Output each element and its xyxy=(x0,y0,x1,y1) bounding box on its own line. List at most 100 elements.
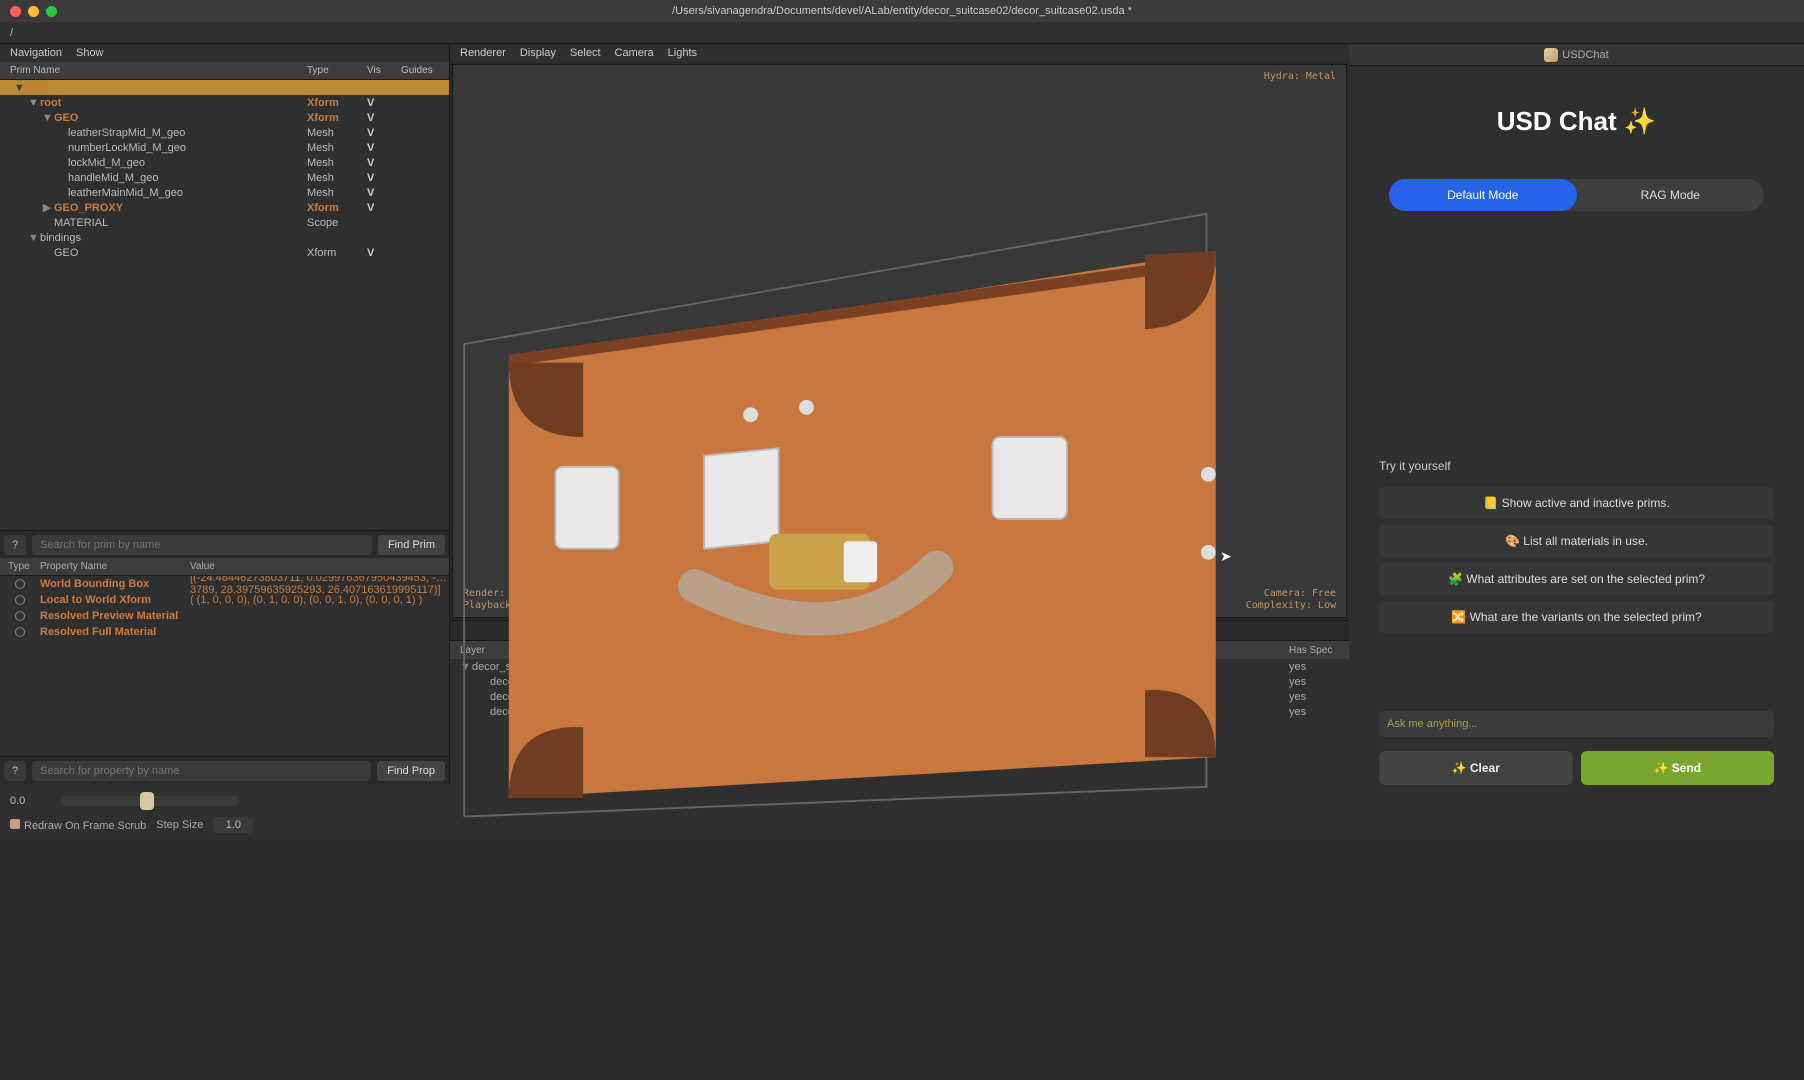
prim-search-input[interactable] xyxy=(32,535,372,555)
tree-header-vis[interactable]: Vis xyxy=(367,65,401,76)
step-size-label: Step Size xyxy=(156,819,203,831)
property-row[interactable]: Local to World Xform( (1, 0, 0, 0), (0, … xyxy=(0,592,449,608)
prim-vis[interactable]: V xyxy=(367,127,401,139)
rag-mode-button[interactable]: RAG Mode xyxy=(1577,179,1765,211)
menu-lights[interactable]: Lights xyxy=(668,47,697,59)
viewport-menubar: Renderer Display Select Camera Lights xyxy=(450,44,1349,62)
tree-row[interactable]: GEOXformV xyxy=(0,245,449,260)
window-title: /Users/sivanagendra/Documents/devel/ALab… xyxy=(0,5,1804,17)
property-name: World Bounding Box xyxy=(40,578,190,590)
default-mode-button[interactable]: Default Mode xyxy=(1389,179,1577,211)
tree-header: Prim Name Type Vis Guides xyxy=(0,62,449,80)
prim-type: Scope xyxy=(307,217,367,229)
prim-vis[interactable]: V xyxy=(367,172,401,184)
prim-type: Xform xyxy=(307,247,367,259)
tree-row[interactable]: MATERIAL Scope xyxy=(0,215,449,230)
tree-row[interactable]: ▼rootXformV xyxy=(0,95,449,110)
prim-vis[interactable]: V xyxy=(367,247,401,259)
property-header: Type Property Name Value xyxy=(0,558,449,576)
prim-name: numberLockMid_M_geo xyxy=(68,142,186,154)
property-type-icon xyxy=(15,579,25,589)
property-search-bar: ? Find Prop xyxy=(0,756,449,784)
property-type-icon xyxy=(15,611,25,621)
tree-row[interactable]: ▼bindings xyxy=(0,230,449,245)
menu-navigation[interactable]: Navigation xyxy=(10,47,62,59)
property-header-value[interactable]: Value xyxy=(190,561,449,572)
prim-tree[interactable]: ▼root▼rootXformV▼GEOXformVleatherStrapMi… xyxy=(0,80,449,530)
menu-display[interactable]: Display xyxy=(520,47,556,59)
property-search-input[interactable] xyxy=(32,761,371,781)
timeline-track[interactable] xyxy=(60,796,240,806)
tree-row[interactable]: lockMid_M_geoMeshV xyxy=(0,155,449,170)
property-row[interactable]: Resolved Full Material xyxy=(0,624,449,640)
prim-vis[interactable]: V xyxy=(367,157,401,169)
prim-name: leatherMainMid_M_geo xyxy=(68,187,183,199)
prim-name: MATERIAL xyxy=(54,217,108,229)
breadcrumb: / xyxy=(0,22,1804,44)
prim-type: Xform xyxy=(307,97,367,109)
disclosure-icon[interactable]: ▼ xyxy=(28,97,38,109)
property-header-name[interactable]: Property Name xyxy=(40,561,190,572)
disclosure-icon[interactable]: ▼ xyxy=(14,82,24,94)
menu-camera[interactable]: Camera xyxy=(615,47,654,59)
chat-tabbar: USDChat xyxy=(1349,44,1804,66)
clear-button[interactable]: ✨ Clear xyxy=(1379,751,1573,785)
menu-renderer[interactable]: Renderer xyxy=(460,47,506,59)
property-type-icon xyxy=(15,595,25,605)
prim-vis[interactable]: V xyxy=(367,142,401,154)
prim-search-help-button[interactable]: ? xyxy=(4,535,26,555)
tree-row[interactable]: handleMid_M_geoMeshV xyxy=(0,170,449,185)
disclosure-icon[interactable]: ▼ xyxy=(42,112,52,124)
prim-name: GEO xyxy=(54,112,78,124)
property-search-help-button[interactable]: ? xyxy=(4,761,26,781)
cursor-icon: ➤ xyxy=(1220,548,1232,565)
tree-row[interactable]: leatherMainMid_M_geo MeshV xyxy=(0,185,449,200)
tree-header-name[interactable]: Prim Name xyxy=(0,65,307,76)
chat-title: USD Chat ✨ xyxy=(1379,106,1774,137)
tree-row[interactable]: ▶GEO_PROXYXformV xyxy=(0,200,449,215)
prim-name: handleMid_M_geo xyxy=(68,172,159,184)
tree-row[interactable]: numberLockMid_M_geo MeshV xyxy=(0,140,449,155)
prim-name: leatherStrapMid_M_geo xyxy=(68,127,185,139)
suggestion-button[interactable]: 🔀 What are the variants on the selected … xyxy=(1379,601,1774,633)
prim-vis[interactable]: V xyxy=(367,187,401,199)
prim-type: Mesh xyxy=(307,142,367,154)
breadcrumb-root[interactable]: / xyxy=(10,27,13,39)
tree-header-type[interactable]: Type xyxy=(307,65,367,76)
prim-vis[interactable]: V xyxy=(367,112,401,124)
viewport-3d[interactable]: Hydra: Metal Render: 0.00 ms (inf FPS) P… xyxy=(452,64,1347,618)
prim-type: Mesh xyxy=(307,187,367,199)
menu-select[interactable]: Select xyxy=(570,47,601,59)
tree-row[interactable]: ▼GEOXformV xyxy=(0,110,449,125)
tree-row[interactable]: leatherStrapMid_M_geoMeshV xyxy=(0,125,449,140)
chat-tab[interactable]: USDChat xyxy=(1562,49,1608,61)
tree-header-guides[interactable]: Guides xyxy=(401,65,449,76)
suggestion-button[interactable]: 🧩 What attributes are set on the selecte… xyxy=(1379,563,1774,595)
find-prop-button[interactable]: Find Prop xyxy=(377,761,445,781)
window-titlebar: /Users/sivanagendra/Documents/devel/ALab… xyxy=(0,0,1804,22)
property-name: Local to World Xform xyxy=(40,594,190,606)
suggestion-button[interactable]: 📒 Show active and inactive prims. xyxy=(1379,487,1774,519)
suggestion-button[interactable]: 🎨 List all materials in use. xyxy=(1379,525,1774,557)
prim-vis[interactable]: V xyxy=(367,202,401,214)
redraw-checkbox[interactable]: Redraw On Frame Scrub xyxy=(10,819,146,832)
property-name: Resolved Preview Material xyxy=(40,610,190,622)
suitcase-render xyxy=(453,65,1346,884)
property-list[interactable]: World Bounding Box[(-24.48446273803711, … xyxy=(0,576,449,756)
chat-input[interactable]: Ask me anything... xyxy=(1379,711,1774,737)
timeline-knob[interactable] xyxy=(140,792,154,810)
property-header-type[interactable]: Type xyxy=(0,561,40,572)
find-prim-button[interactable]: Find Prim xyxy=(378,535,445,555)
chat-mode-segment: Default Mode RAG Mode xyxy=(1389,179,1764,211)
property-value: [(-24.48446273803711, 0.0299763679504394… xyxy=(190,576,449,596)
timeline-start[interactable]: 0.0 xyxy=(10,795,50,807)
disclosure-icon[interactable]: ▼ xyxy=(28,232,38,244)
send-button[interactable]: ✨ Send xyxy=(1581,751,1775,785)
menu-show[interactable]: Show xyxy=(76,47,104,59)
tree-row[interactable]: ▼root xyxy=(0,80,449,95)
property-row[interactable]: World Bounding Box[(-24.48446273803711, … xyxy=(0,576,449,592)
step-size-value[interactable]: 1.0 xyxy=(213,817,253,833)
prim-vis[interactable]: V xyxy=(367,97,401,109)
disclosure-icon[interactable]: ▶ xyxy=(42,201,52,214)
property-row[interactable]: Resolved Preview Material xyxy=(0,608,449,624)
